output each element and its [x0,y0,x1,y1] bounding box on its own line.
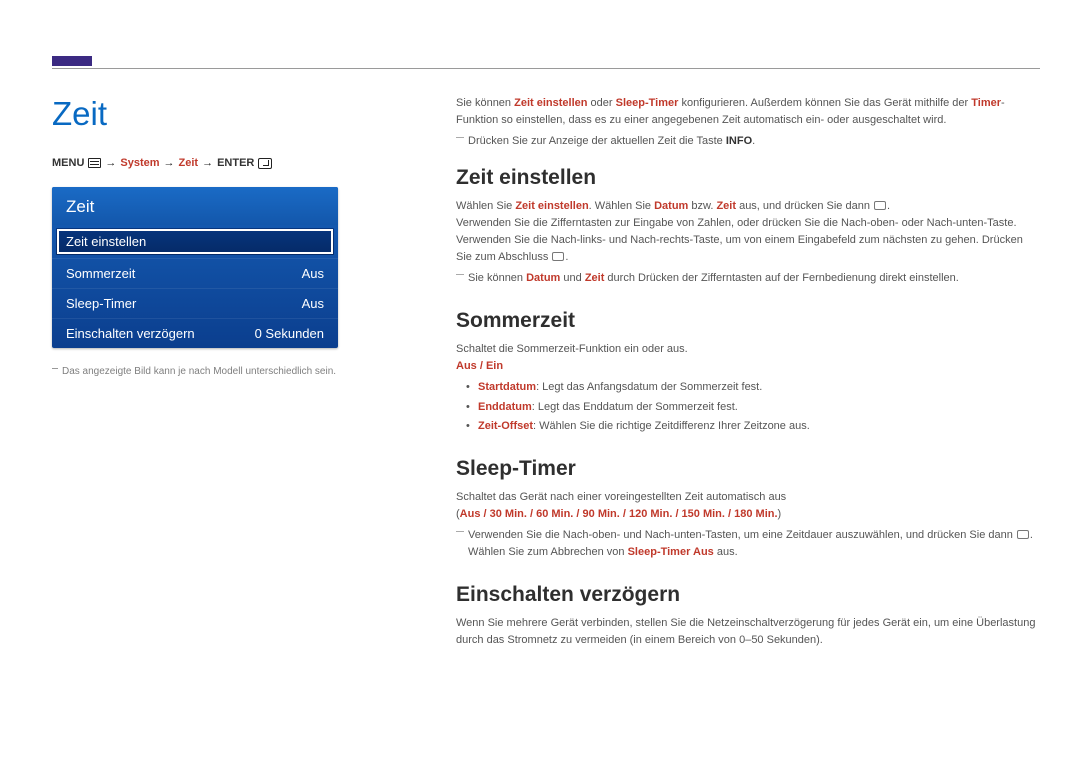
osd-item-value: 0 Sekunden [255,326,324,341]
intro-note: Drücken Sie zur Anzeige der aktuellen Ze… [456,133,1040,150]
breadcrumb-arrow: → [164,157,175,169]
sec1-p1: Wählen Sie Zeit einstellen. Wählen Sie D… [456,198,1040,215]
highlight-aus-ein: Aus / Ein [456,360,503,372]
page-title: Zeit [52,95,387,133]
sec4-p1: Wenn Sie mehrere Gerät verbinden, stelle… [456,615,1040,649]
heading-einschalten-verzoegern: Einschalten verzögern [456,583,1040,607]
text: bzw. [688,200,716,212]
highlight-zeit-einstellen: Zeit einstellen [514,97,587,109]
text: Wählen Sie [456,200,515,212]
enter-icon [874,201,886,210]
enter-icon [258,158,272,169]
text: . [565,251,568,263]
highlight-startdatum: Startdatum [478,381,536,393]
text: ) [778,508,782,520]
text: Drücken Sie zur Anzeige der aktuellen Ze… [468,135,726,147]
text: Sie können [456,97,514,109]
text: . [752,135,755,147]
highlight-zeit: Zeit [585,272,605,284]
sec1-p2: Verwenden Sie die Zifferntasten zur Eing… [456,215,1040,266]
sec3-p1: Schaltet das Gerät nach einer voreingest… [456,489,1040,506]
breadcrumb-zeit: Zeit [179,157,199,169]
osd-item-label: Einschalten verzögern [66,326,195,341]
osd-item-einschalten-verzoegern[interactable]: Einschalten verzögern 0 Sekunden [52,318,338,348]
osd-item-label: Zeit einstellen [66,234,146,249]
highlight-zeit-offset: Zeit-Offset [478,420,533,432]
highlight-datum: Datum [526,272,560,284]
text: : Legt das Enddatum der Sommerzeit fest. [532,401,738,413]
text: konfigurieren. Außerdem können Sie das G… [678,97,971,109]
top-horizontal-rule [52,68,1040,69]
breadcrumb-arrow: → [105,157,116,169]
breadcrumb-arrow: → [202,157,213,169]
sec2-option-list: Startdatum: Legt das Anfangsdatum der So… [466,379,1040,434]
text: aus, und drücken Sie dann [736,200,873,212]
text: : Wählen Sie die richtige Zeitdifferenz … [533,420,810,432]
heading-sleep-timer: Sleep-Timer [456,457,1040,481]
osd-item-value: Aus [302,296,324,311]
highlight-zeit: Zeit [716,200,736,212]
list-item: Enddatum: Legt das Enddatum der Sommerze… [466,399,1040,416]
osd-item-sleep-timer[interactable]: Sleep-Timer Aus [52,288,338,318]
sec1-note: Sie können Datum und Zeit durch Drücken … [456,270,1040,287]
highlight-info: INFO [726,135,752,147]
highlight-sleep-timer-aus: Sleep-Timer Aus [628,546,714,558]
page-tab-marker [52,56,92,66]
menu-icon [88,158,101,168]
breadcrumb: MENU → System → Zeit → ENTER [52,157,387,169]
highlight-timer: Timer [971,97,1001,109]
right-column: Sie können Zeit einstellen oder Sleep-Ti… [456,95,1040,649]
heading-zeit-einstellen: Zeit einstellen [456,166,1040,190]
enter-icon [1017,530,1029,539]
text: oder [587,97,615,109]
text: aus. [714,546,738,558]
osd-item-zeit-einstellen[interactable]: Zeit einstellen [56,228,334,255]
osd-footnote: Das angezeigte Bild kann je nach Modell … [52,366,387,377]
highlight-enddatum: Enddatum [478,401,532,413]
text: : Legt das Anfangsdatum der Sommerzeit f… [536,381,762,393]
intro-paragraph: Sie können Zeit einstellen oder Sleep-Ti… [456,95,1040,129]
text: durch Drücken der Zifferntasten auf der … [604,272,958,284]
list-item: Zeit-Offset: Wählen Sie die richtige Zei… [466,418,1040,435]
osd-item-label: Sommerzeit [66,266,135,281]
breadcrumb-enter-label: ENTER [217,157,254,169]
breadcrumb-system: System [120,157,159,169]
text: Verwenden Sie die Zifferntasten zur Eing… [456,217,1023,263]
osd-item-sommerzeit[interactable]: Sommerzeit Aus [52,258,338,288]
sec3-options: (Aus / 30 Min. / 60 Min. / 90 Min. / 120… [456,506,1040,523]
text: Verwenden Sie die Nach-oben- und Nach-un… [468,529,1016,541]
highlight-datum: Datum [654,200,688,212]
text: und [560,272,584,284]
enter-icon [552,252,564,261]
text: . Wählen Sie [589,200,654,212]
highlight-sleep-timer: Sleep-Timer [616,97,679,109]
sec3-note: Verwenden Sie die Nach-oben- und Nach-un… [456,527,1040,561]
text: . [887,200,890,212]
highlight-sleep-options: Aus / 30 Min. / 60 Min. / 90 Min. / 120 … [460,508,778,520]
osd-title: Zeit [52,187,338,225]
osd-panel: Zeit Zeit einstellen Sommerzeit Aus Slee… [52,187,338,348]
breadcrumb-menu-label: MENU [52,157,84,169]
sec2-toggle: Aus / Ein [456,358,1040,375]
text: Sie können [468,272,526,284]
osd-item-value: Aus [302,266,324,281]
osd-item-label: Sleep-Timer [66,296,136,311]
list-item: Startdatum: Legt das Anfangsdatum der So… [466,379,1040,396]
heading-sommerzeit: Sommerzeit [456,309,1040,333]
highlight: Zeit einstellen [515,200,588,212]
left-column: Zeit MENU → System → Zeit → ENTER Zeit Z… [52,95,387,377]
sec2-p1: Schaltet die Sommerzeit-Funktion ein ode… [456,341,1040,358]
